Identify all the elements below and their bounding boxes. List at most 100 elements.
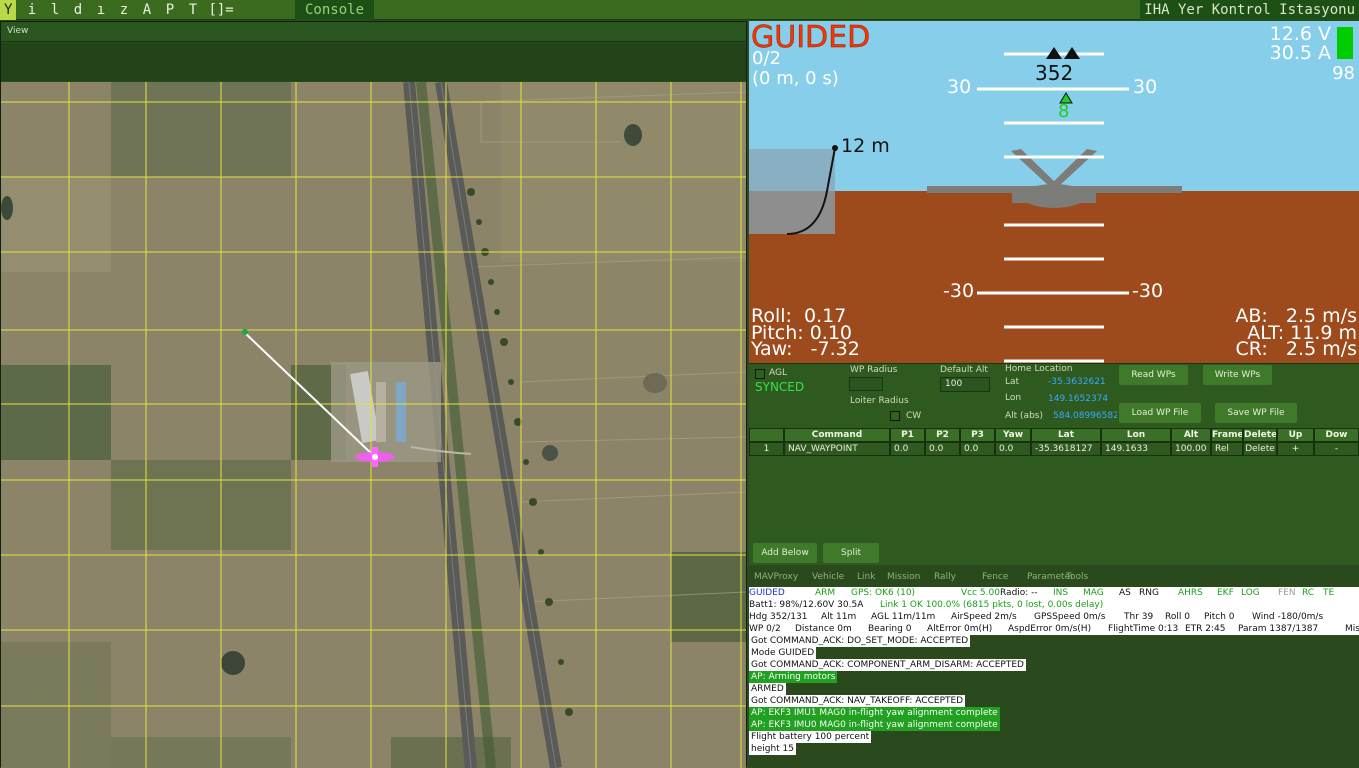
- column-header[interactable]: Yaw: [995, 428, 1031, 442]
- menu-item-2[interactable]: d: [66, 2, 89, 18]
- console-tab-rally[interactable]: Rally: [934, 572, 956, 582]
- column-header[interactable]: P3: [960, 428, 995, 442]
- column-header[interactable]: Alt: [1171, 428, 1211, 442]
- column-header[interactable]: P1: [890, 428, 925, 442]
- default-alt-label: Default Alt: [940, 365, 988, 375]
- cw-label: CW: [906, 411, 922, 421]
- agl-label: AGL: [769, 368, 787, 378]
- column-header[interactable]: P2: [925, 428, 960, 442]
- menu-item-5[interactable]: A: [135, 2, 158, 18]
- console-tabs: MAVProxy Vehicle Link Mission Rally Fence Para…: [749, 567, 1359, 587]
- column-header[interactable]: Command: [784, 428, 890, 442]
- table-cell: Rel: [1211, 442, 1243, 456]
- column-header[interactable]: [749, 428, 784, 442]
- home-alt-value[interactable]: 584.08996582: [1053, 411, 1117, 421]
- agl-checkbox[interactable]: [755, 369, 765, 379]
- table-cell: 1: [749, 442, 784, 456]
- pitch-ladder-label-lower-left: -30: [943, 280, 975, 302]
- status-item: MAG: [1083, 588, 1104, 598]
- log-line: Got COMMAND_ACK: DO_SET_MODE: ACCEPTED: [749, 635, 971, 647]
- table-cell[interactable]: Delete: [1243, 442, 1277, 456]
- status-item: EKF: [1217, 588, 1234, 598]
- table-cell: -35.3618127: [1031, 442, 1101, 456]
- waypoint-marker-icon[interactable]: [242, 329, 248, 335]
- console-tab-vehicle[interactable]: Vehicle: [812, 572, 844, 582]
- status-item: Pitch 0: [1204, 612, 1235, 622]
- default-alt-value: 100: [945, 379, 963, 389]
- status-item: Radio: --: [1000, 588, 1038, 598]
- mavproxy-console: MAVProxy Vehicle Link Mission Rally Fence Para…: [749, 565, 1359, 767]
- status-item: Hdg 352/131: [749, 612, 808, 622]
- menu-item-1[interactable]: l: [43, 2, 66, 18]
- status-item: AS: [1119, 588, 1131, 598]
- pitch-ladder-label-upper-left: 30: [947, 76, 972, 98]
- add-below-button[interactable]: Add Below: [753, 543, 817, 563]
- status-item: AirSpeed 2m/s: [951, 612, 1017, 622]
- altitude-bar-label: 12 m: [841, 135, 890, 157]
- column-header[interactable]: Up: [1277, 428, 1314, 442]
- table-cell: 100.00: [1171, 442, 1211, 456]
- table-row[interactable]: 1 NAV_WAYPOINT 0.0 0.0 0.0 0.0 -35.3618127 149.…: [749, 442, 1359, 456]
- menu-item-7[interactable]: T: [181, 2, 204, 18]
- save-wp-file-button[interactable]: Save WP File: [1215, 403, 1297, 423]
- battery-current: 30.5 A: [1269, 42, 1331, 64]
- table-cell[interactable]: +: [1277, 442, 1314, 456]
- battery-percent: 98: [1332, 63, 1355, 84]
- pitch-ladder-label-upper-right: 30: [1133, 76, 1158, 98]
- column-header[interactable]: Dow: [1314, 428, 1359, 442]
- home-lat-value[interactable]: -35.3632621: [1048, 377, 1106, 387]
- log-line: AP: Arming motors: [749, 671, 838, 683]
- home-lon-value[interactable]: 149.1652374: [1048, 394, 1108, 404]
- status-item: GPSSpeed 0m/s: [1034, 612, 1106, 622]
- target-alt-marker: 8: [1058, 101, 1070, 122]
- status-item: TE: [1323, 588, 1335, 598]
- menu-item-4[interactable]: z: [112, 2, 135, 18]
- column-header[interactable]: Frame: [1211, 428, 1243, 442]
- console-log[interactable]: Got COMMAND_ACK: DO_SET_MODE: ACCEPTED Mo…: [749, 634, 1359, 767]
- menu-item-6[interactable]: P: [158, 2, 181, 18]
- menu-item-3[interactable]: ı: [89, 2, 112, 18]
- table-cell[interactable]: -: [1314, 442, 1359, 456]
- console-tab-tools[interactable]: Tools: [1066, 572, 1088, 582]
- column-header[interactable]: Delete: [1243, 428, 1277, 442]
- cw-checkbox[interactable]: [890, 411, 900, 421]
- console-tab-link[interactable]: Link: [857, 572, 875, 582]
- log-line: AP: EKF3 IMU1 MAG0 in-flight yaw alignme…: [749, 707, 1000, 719]
- home-lon-label: Lon: [1005, 393, 1022, 403]
- status-item: Batt1: 98%/12.60V 30.5A: [749, 600, 864, 610]
- split-button[interactable]: Split: [823, 543, 879, 563]
- default-alt-input[interactable]: 100: [940, 377, 990, 392]
- status-item: Link 1 OK 100.0% (6815 pkts, 0 lost, 0.0…: [880, 600, 1104, 610]
- map-canvas[interactable]: [1, 82, 746, 768]
- column-header[interactable]: Lon: [1101, 428, 1171, 442]
- menu-icon-y[interactable]: Y: [0, 0, 17, 20]
- console-tab[interactable]: Console: [295, 0, 375, 20]
- menu-item-0[interactable]: i: [20, 2, 43, 18]
- console-tab-mavproxy[interactable]: MAVProxy: [754, 572, 798, 582]
- menu-view[interactable]: View: [7, 26, 28, 36]
- satellite-map[interactable]: [1, 82, 746, 768]
- mission-editor: AGL SYNCED WP Radius Loiter Radius CW De…: [749, 363, 1359, 565]
- pitch-ladder-label-lower-right: -30: [1132, 280, 1164, 302]
- console-tab-mission[interactable]: Mission: [887, 572, 920, 582]
- wp-radius-input[interactable]: [849, 377, 883, 391]
- column-header[interactable]: Lat: [1031, 428, 1101, 442]
- layout-menu-icon[interactable]: []=: [204, 2, 233, 18]
- loiter-radius-label: Loiter Radius: [850, 396, 909, 406]
- console-tab-fence[interactable]: Fence: [982, 572, 1008, 582]
- load-wp-file-button[interactable]: Load WP File: [1119, 403, 1201, 423]
- read-wps-button[interactable]: Read WPs: [1119, 365, 1188, 385]
- log-line: Flight battery 100 percent: [749, 731, 872, 743]
- log-line: Got COMMAND_ACK: COMPONENT_ARM_DISARM: A…: [749, 659, 1026, 671]
- heading-readout: 352: [1035, 61, 1074, 85]
- status-item: INS: [1053, 588, 1069, 598]
- log-line: ARMED: [749, 683, 786, 695]
- yaw-readout: Yaw: -7.32: [751, 338, 860, 360]
- menu-strip: Y ildızAPT []=: [0, 0, 234, 20]
- map-toolbar-strip: [1, 43, 746, 81]
- status-item: Alt 11m: [821, 612, 857, 622]
- write-wps-button[interactable]: Write WPs: [1203, 365, 1272, 385]
- table-cell: 0.0: [925, 442, 960, 456]
- map-window: View: [0, 21, 747, 768]
- status-item: AHRS: [1178, 588, 1203, 598]
